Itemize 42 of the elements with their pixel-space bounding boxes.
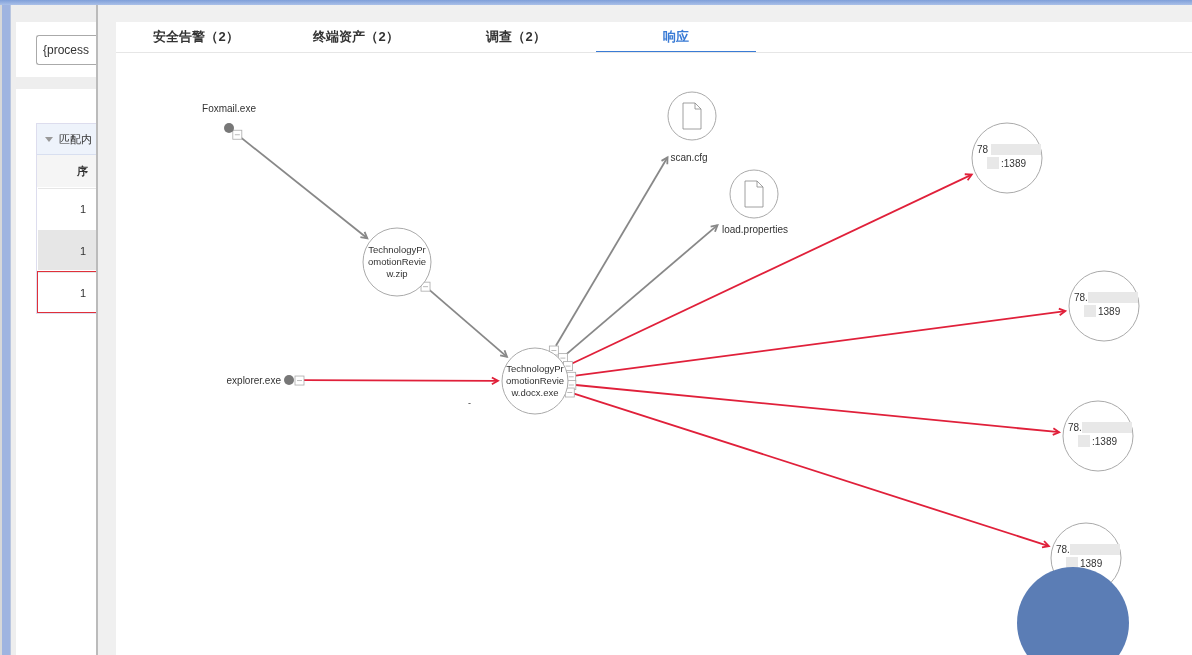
node-label: w.zip	[386, 268, 408, 279]
file-icon	[744, 180, 764, 208]
tab[interactable]: 终端资产（2）	[276, 22, 436, 52]
redaction-mark	[1070, 544, 1120, 555]
node-label: :1389	[1092, 436, 1118, 447]
collapse-icon[interactable]	[564, 387, 575, 398]
node-label: omotionRevie	[367, 256, 427, 267]
node-label: w.docx.exe	[511, 387, 559, 398]
node-circle[interactable]	[362, 227, 432, 297]
node-label: 78.	[1056, 544, 1070, 555]
collapse-icon[interactable]	[294, 375, 305, 386]
node-label: scan.cfg	[670, 152, 708, 163]
node-label: 78.	[1068, 422, 1082, 433]
table-row[interactable]: 1	[38, 230, 96, 270]
file-icon	[682, 102, 702, 130]
node-label: 1389	[1080, 558, 1103, 569]
search-field[interactable]: {process	[36, 34, 96, 65]
node-label: omotionRevie	[505, 375, 565, 386]
node-label: 78	[977, 144, 989, 155]
tab[interactable]: 安全告警（2）	[116, 22, 276, 52]
column-header: 序	[75, 163, 89, 179]
redaction-mark	[991, 144, 1041, 155]
node-label: load.properties	[721, 224, 789, 235]
collapse-icon[interactable]	[232, 129, 243, 140]
stray-dash: -	[468, 398, 471, 408]
node-label: TechnologyPr	[506, 363, 564, 374]
collapse-icon[interactable]	[420, 281, 431, 292]
node-circle[interactable]	[501, 347, 569, 415]
node-label: explorer.exe	[226, 375, 281, 386]
node-label: Foxmail.exe	[202, 103, 256, 114]
node-label: :1389	[1001, 158, 1027, 169]
tab[interactable]: 调查（2）	[436, 22, 596, 52]
redaction-mark	[1088, 292, 1138, 303]
tab[interactable]: 响应	[596, 22, 756, 52]
floating-ball-menu[interactable]	[1017, 567, 1129, 655]
node-label: 1389	[1098, 306, 1121, 317]
node-label: 78.	[1074, 292, 1088, 303]
process-dot[interactable]	[284, 375, 294, 385]
process-dot[interactable]	[224, 123, 234, 133]
table-group-header[interactable]: 匹配内	[37, 124, 96, 155]
redaction-mark	[1082, 422, 1132, 433]
node-label: TechnologyPr	[368, 244, 426, 255]
